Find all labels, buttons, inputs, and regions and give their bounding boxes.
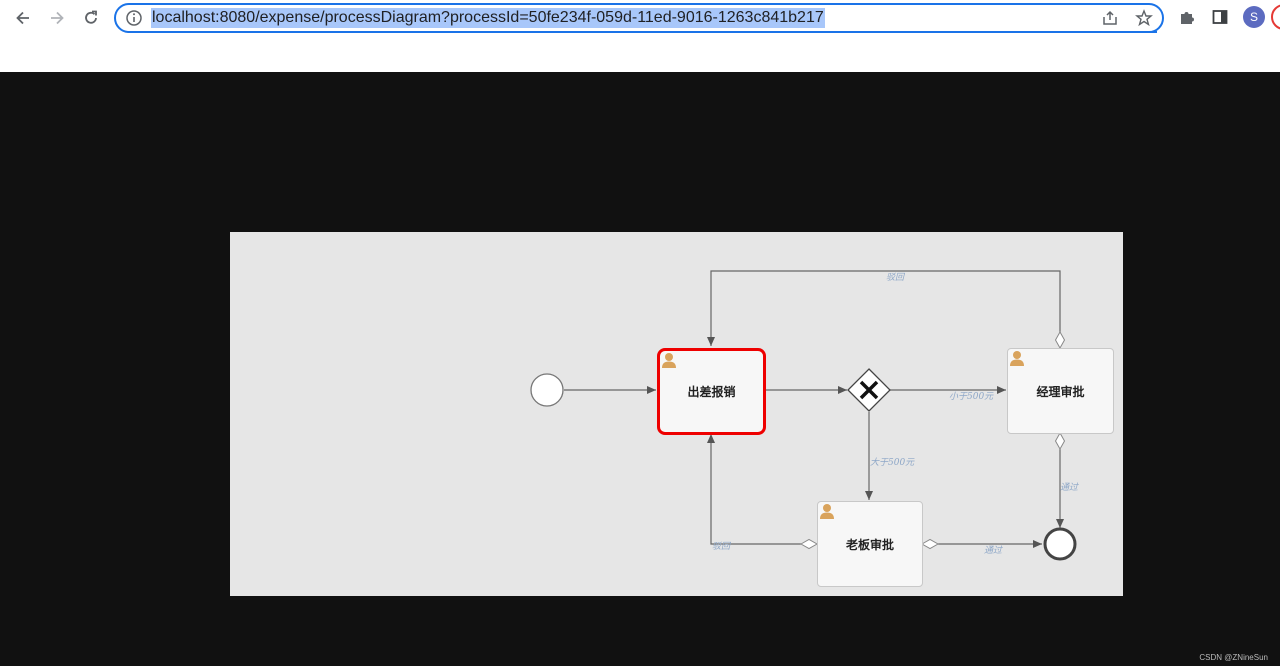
side-panel-icon [1211, 8, 1229, 26]
task-boss-approval[interactable]: 老板审批 [817, 501, 923, 587]
start-event [531, 374, 563, 406]
user-icon [1008, 349, 1026, 367]
info-icon[interactable] [125, 9, 143, 27]
focus-underline [931, 31, 1157, 33]
reload-icon [82, 9, 100, 27]
task-label: 出差报销 [687, 383, 735, 400]
forward-button[interactable] [45, 6, 69, 30]
profile-avatar[interactable]: S [1243, 6, 1265, 28]
process-diagram: 出差报销 经理审批 老板审批 驳回 小于500元 大于500元 通过 驳回 通过 [230, 232, 1123, 596]
task-label: 老板审批 [846, 536, 894, 553]
chrome-menu-button[interactable] [1271, 4, 1280, 30]
flow-label-less-than-500: 小于500元 [949, 389, 993, 402]
share-button[interactable] [1100, 8, 1120, 28]
side-panel-button[interactable] [1209, 6, 1231, 28]
boss-reject-diamond [801, 540, 817, 549]
star-icon [1135, 9, 1153, 27]
task-label: 经理审批 [1036, 383, 1084, 400]
arrow-right-icon [48, 9, 66, 27]
task-manager-approval[interactable]: 经理审批 [1007, 348, 1114, 434]
user-icon [660, 351, 678, 369]
manager-reject-diamond [1056, 332, 1065, 348]
flow-label-boss-reject: 驳回 [712, 539, 730, 552]
browser-toolbar: localhost:8080/expense/processDiagram?pr… [0, 0, 1280, 72]
reload-button[interactable] [79, 6, 103, 30]
end-event [1045, 529, 1075, 559]
puzzle-icon [1178, 8, 1196, 26]
flow-boss-reject [711, 434, 801, 544]
share-icon [1101, 9, 1119, 27]
task-travel-expense[interactable]: 出差报销 [657, 348, 766, 435]
manager-pass-diamond [1056, 433, 1065, 449]
bookmark-button[interactable] [1134, 8, 1154, 28]
flow-label-more-than-500: 大于500元 [870, 455, 914, 468]
arrow-left-icon [14, 9, 32, 27]
address-bar[interactable]: localhost:8080/expense/processDiagram?pr… [114, 3, 1164, 33]
flow-label-boss-pass: 通过 [984, 543, 1002, 556]
exclusive-gateway [848, 369, 890, 411]
boss-pass-diamond [922, 540, 938, 549]
flow-label-manager-reject: 驳回 [886, 270, 904, 283]
extensions-button[interactable] [1176, 6, 1198, 28]
url-text[interactable]: localhost:8080/expense/processDiagram?pr… [151, 8, 825, 28]
watermark: CSDN @ZNineSun [1199, 653, 1268, 662]
flow-label-manager-pass: 通过 [1060, 480, 1078, 493]
user-icon [818, 502, 836, 520]
back-button[interactable] [11, 6, 35, 30]
